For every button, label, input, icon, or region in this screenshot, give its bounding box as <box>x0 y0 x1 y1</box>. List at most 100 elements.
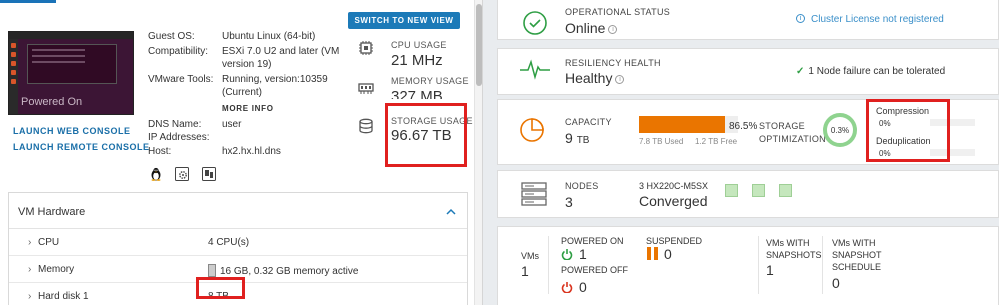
capacity-label: CAPACITY <box>565 117 612 127</box>
chevron-up-icon[interactable] <box>445 205 457 217</box>
vms-with-schedule-value: 0 <box>832 275 840 291</box>
checkmark-icon: ✓ <box>796 66 805 77</box>
launch-web-console-link[interactable]: LAUNCH WEB CONSOLE <box>13 126 131 136</box>
vm-hardware-chip-icon[interactable] <box>201 166 216 181</box>
hardware-row-name: CPU <box>38 237 60 248</box>
node-status-indicator[interactable] <box>725 184 738 197</box>
launch-remote-console-link[interactable]: LAUNCH REMOTE CONSOLE <box>13 142 150 152</box>
vms-divider <box>548 236 549 294</box>
host-value: hx2.hx.hl.dns <box>222 146 281 157</box>
powered-off-value: 0 <box>579 279 587 295</box>
info-icon: i <box>796 14 805 23</box>
capacity-used-text: 7.8 TB Used <box>639 137 684 146</box>
ip-addresses-label: IP Addresses: <box>148 132 210 143</box>
vms-with-schedule-label-line3: SCHEDULE <box>832 262 882 272</box>
chevron-right-icon[interactable]: › <box>28 237 31 248</box>
hardware-row-name: Hard disk 1 <box>38 291 89 302</box>
powered-on-label: POWERED ON <box>561 236 624 246</box>
capacity-pie-icon <box>518 116 546 144</box>
suspended-label: SUSPENDED <box>646 236 703 246</box>
capacity-percent: 86.5% <box>729 121 758 132</box>
capacity-value: 9 <box>565 130 573 146</box>
storage-optimization-label: STORAGE OPTIMIZATION <box>759 120 826 146</box>
info-icon[interactable]: i <box>615 75 625 84</box>
storage-optimization-value: 0.3% <box>830 126 850 135</box>
cpu-usage-value: 21 MHz <box>391 52 443 69</box>
vmware-tools-value-line2: (Current) <box>222 87 263 98</box>
memory-stick-icon <box>208 264 216 277</box>
vms-with-schedule-label-line2: SNAPSHOT <box>832 250 882 260</box>
capacity-free-text: 1.2 TB Free <box>695 137 738 146</box>
cluster-license-link[interactable]: i Cluster License not registered <box>796 14 944 25</box>
guest-os-value: Ubuntu Linux (64-bit) <box>222 31 316 42</box>
vm-tool-icons <box>149 165 224 181</box>
hardware-row-value: 16 GB, 0.32 GB memory active <box>220 266 359 277</box>
nodes-value: 3 <box>565 194 573 210</box>
vms-divider <box>758 236 759 294</box>
scrollbar-thumb[interactable] <box>476 4 482 86</box>
nodes-label: NODES <box>565 181 599 191</box>
vmware-tools-value-line1: Running, version:10359 <box>222 74 328 85</box>
node-failure-tolerance-text: 1 Node failure can be tolerated <box>808 66 946 77</box>
compatibility-value-line1: ESXi 7.0 U2 and later (VM <box>222 46 340 57</box>
storage-optimization-label-line1: STORAGE <box>759 121 805 131</box>
linux-penguin-icon <box>149 167 163 181</box>
power-off-icon <box>561 280 573 294</box>
hardware-row-value: 4 CPU(s) <box>208 237 250 248</box>
operational-status-value-wrap: Online i <box>565 20 618 36</box>
suspended-value: 0 <box>664 246 672 262</box>
vm-power-state: Powered On <box>21 96 83 108</box>
hardware-row-cpu[interactable]: › CPU 4 CPU(s) <box>9 229 467 256</box>
vms-with-snapshots-label: VMs WITH SNAPSHOTS <box>766 237 822 261</box>
power-on-icon <box>561 247 573 261</box>
vms-with-schedule-label-line1: VMs WITH <box>832 238 876 248</box>
check-circle-icon <box>522 10 548 36</box>
memory-module-icon <box>358 80 374 96</box>
storage-database-icon <box>358 118 374 134</box>
storage-optimization-label-line2: OPTIMIZATION <box>759 134 826 144</box>
vms-total-value: 1 <box>521 263 529 279</box>
cpu-chip-icon <box>358 40 374 56</box>
vmware-tools-label: VMware Tools: <box>148 74 214 85</box>
cpu-usage-label: CPU USAGE <box>391 40 447 50</box>
vm-console-thumbnail[interactable]: Powered On <box>8 31 134 115</box>
vm-hardware-header[interactable]: VM Hardware <box>9 193 467 229</box>
compatibility-label: Compatibility: <box>148 46 209 57</box>
capacity-unit: TB <box>576 135 590 146</box>
node-status-indicator[interactable] <box>752 184 765 197</box>
vms-with-schedule-label: VMs WITH SNAPSHOT SCHEDULE <box>832 237 882 273</box>
active-tab-indicator <box>0 0 56 3</box>
desktop-dock <box>9 39 18 114</box>
storage-usage-highlight <box>385 103 467 167</box>
vms-with-snapshots-label-line1: VMs WITH <box>766 238 810 248</box>
chevron-right-icon[interactable]: › <box>28 264 31 275</box>
powered-off-label: POWERED OFF <box>561 265 628 275</box>
chevron-right-icon[interactable]: › <box>28 291 31 302</box>
vertical-scrollbar[interactable] <box>474 0 482 305</box>
vm-settings-gear-icon[interactable] <box>175 166 190 181</box>
node-status-indicator[interactable] <box>779 184 792 197</box>
server-rack-icon <box>520 180 548 208</box>
operational-status-label: OPERATIONAL STATUS <box>565 7 671 17</box>
terminal-window <box>27 44 117 84</box>
capacity-used-bar <box>639 116 725 133</box>
hardware-row-value-wrap: 16 GB, 0.32 GB memory active <box>208 264 358 277</box>
heartbeat-icon <box>519 58 551 80</box>
vm-hardware-title: VM Hardware <box>18 206 86 218</box>
resiliency-health-label: RESILIENCY HEALTH <box>565 58 661 68</box>
dns-name-label: DNS Name: <box>148 119 202 130</box>
memory-usage-label: MEMORY USAGE <box>391 76 469 86</box>
node-model: 3 HX220C-M5SX <box>639 181 709 191</box>
operational-status-value: Online <box>565 20 606 36</box>
more-info-link[interactable]: MORE INFO <box>222 104 274 113</box>
cluster-license-text: Cluster License not registered <box>811 14 944 25</box>
host-label: Host: <box>148 146 172 157</box>
optimization-highlight <box>866 99 950 162</box>
switch-to-new-view-button[interactable]: SWITCH TO NEW VIEW <box>348 12 460 29</box>
desktop-top-bar <box>9 32 133 39</box>
pause-icon <box>647 247 659 260</box>
vms-total-label: VMs <box>521 251 539 261</box>
powered-on-value: 1 <box>579 246 587 262</box>
info-icon[interactable]: i <box>608 25 618 34</box>
vm-summary-panel: Powered On LAUNCH WEB CONSOLE LAUNCH REM… <box>0 0 483 305</box>
